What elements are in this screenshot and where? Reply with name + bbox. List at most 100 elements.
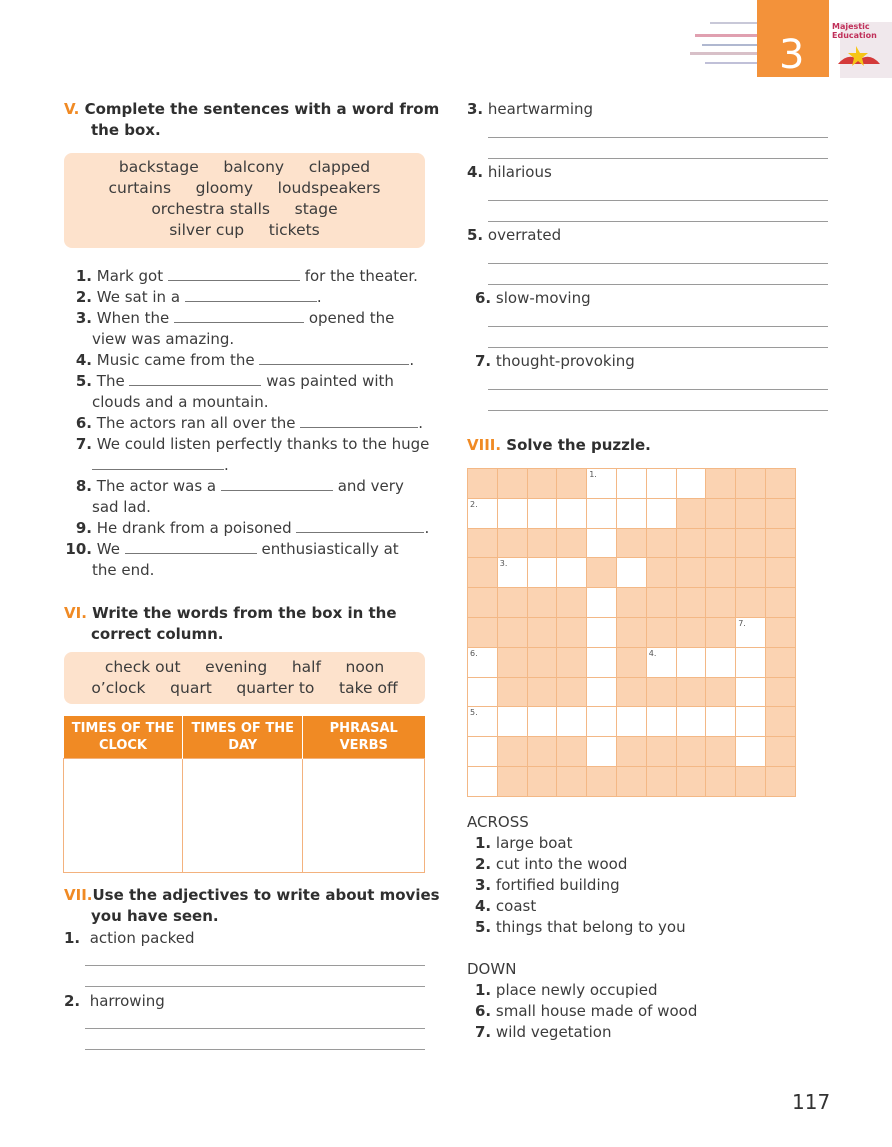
crossword-cell[interactable] — [705, 706, 737, 738]
crossword-block — [526, 527, 558, 559]
crossword-cell[interactable] — [735, 736, 766, 767]
crossword-cell[interactable] — [645, 468, 677, 499]
crossword-cell[interactable] — [616, 468, 647, 499]
crossword-cell[interactable]: 5. — [467, 706, 498, 738]
clue-number: 7. — [475, 1023, 492, 1041]
crossword-cell[interactable] — [735, 676, 766, 708]
crossword-cell[interactable] — [467, 766, 498, 797]
crossword-block — [616, 646, 647, 678]
writing-line[interactable] — [85, 986, 425, 987]
crossword-cell[interactable] — [496, 706, 528, 738]
writing-line[interactable] — [488, 410, 828, 411]
crossword-cell[interactable] — [586, 736, 617, 767]
crossword-cell[interactable] — [467, 676, 498, 708]
writing-line[interactable] — [488, 137, 828, 138]
answer-blank[interactable] — [296, 518, 425, 533]
publisher-logo: Majestic Education — [832, 22, 892, 70]
crossword-cell[interactable] — [586, 676, 617, 708]
answer-cell[interactable] — [302, 758, 425, 873]
crossword-cell[interactable] — [675, 468, 707, 499]
answer-blank[interactable] — [259, 350, 410, 365]
crossword-cell[interactable] — [556, 557, 588, 589]
crossword-cell[interactable] — [586, 617, 617, 648]
writing-line[interactable] — [488, 200, 828, 201]
crossword-cell[interactable]: 2. — [467, 497, 498, 529]
crossword-cell[interactable] — [496, 497, 528, 529]
crossword-cell[interactable] — [556, 706, 588, 738]
writing-line[interactable] — [85, 1049, 425, 1050]
crossword-block — [556, 646, 588, 678]
adjective-text: action packed — [89, 929, 195, 947]
writing-line[interactable] — [85, 965, 425, 966]
crossword-cell[interactable] — [556, 497, 588, 529]
answer-blank[interactable] — [92, 455, 224, 470]
unit-number-tab: 3 — [757, 0, 829, 78]
crossword-cell[interactable] — [586, 706, 617, 738]
writing-line[interactable] — [85, 1028, 425, 1029]
crossword-cell[interactable] — [586, 497, 617, 529]
crossword-block — [675, 587, 707, 618]
crossword-block — [705, 617, 737, 648]
writing-line[interactable] — [488, 158, 828, 159]
crossword-cell[interactable]: 7. — [735, 617, 766, 648]
crossword-block — [526, 468, 558, 499]
book-icon — [838, 46, 880, 66]
crossword-number: 2. — [470, 499, 478, 509]
sentence-text: We — [96, 540, 120, 558]
writing-line[interactable] — [488, 263, 828, 264]
writing-line[interactable] — [488, 389, 828, 390]
answer-blank[interactable] — [300, 413, 419, 428]
writing-line[interactable] — [488, 326, 828, 327]
crossword-cell[interactable] — [705, 646, 737, 678]
sentence-text: . — [316, 288, 322, 306]
crossword-cell[interactable] — [616, 706, 647, 738]
crossword-cell[interactable] — [526, 557, 558, 589]
answer-blank[interactable] — [124, 539, 257, 554]
crossword-cell[interactable] — [526, 497, 558, 529]
crossword-cell[interactable] — [586, 587, 617, 618]
answer-blank[interactable] — [184, 287, 317, 302]
crossword-cell[interactable] — [616, 497, 647, 529]
sentence-1: 1. Mark got for the theater. — [64, 266, 444, 287]
answer-blank[interactable] — [129, 371, 262, 386]
crossword-cell[interactable] — [526, 706, 558, 738]
crossword-block — [735, 497, 766, 529]
crossword-cell[interactable] — [616, 557, 647, 589]
crossword-block — [496, 766, 528, 797]
answer-blank[interactable] — [174, 308, 305, 323]
crossword-cell[interactable] — [645, 497, 677, 529]
answer-cell[interactable] — [62, 758, 184, 873]
crossword-block — [735, 587, 766, 618]
sentence-4: 4. Music came from the . — [64, 350, 444, 371]
answer-cell[interactable] — [182, 758, 303, 873]
clue-number: 3. — [475, 876, 492, 894]
answer-blank[interactable] — [167, 266, 300, 281]
sentence-5-cont: clouds and a mountain. — [64, 392, 444, 413]
section-8-numeral: VIII. — [467, 436, 502, 454]
writing-line[interactable] — [488, 347, 828, 348]
answer-blank[interactable] — [220, 476, 333, 491]
crossword-block — [616, 527, 647, 559]
crossword-cell[interactable] — [586, 527, 617, 559]
crossword-block — [526, 617, 558, 648]
crossword-cell[interactable] — [735, 646, 766, 678]
writing-line[interactable] — [488, 284, 828, 285]
crossword-cell[interactable] — [645, 706, 677, 738]
crossword-cell[interactable] — [675, 706, 707, 738]
section-7-title-line2: you have seen. — [91, 907, 219, 925]
crossword-cell[interactable] — [586, 646, 617, 678]
crossword-cell[interactable]: 3. — [496, 557, 528, 589]
crossword-cell[interactable]: 6. — [467, 646, 498, 678]
clue-text: large boat — [495, 834, 573, 852]
sentence-text: The actor was a — [96, 477, 217, 495]
crossword-cell[interactable] — [675, 646, 707, 678]
crossword-block — [705, 766, 737, 797]
crossword-cell[interactable] — [467, 736, 498, 767]
clue: 5. things that belong to you — [475, 917, 686, 938]
writing-line[interactable] — [488, 221, 828, 222]
crossword-number: 1. — [589, 470, 597, 479]
crossword-cell[interactable] — [735, 706, 766, 738]
crossword-cell[interactable]: 1. — [586, 468, 617, 499]
crossword-cell[interactable]: 4. — [645, 646, 677, 678]
clue-number: 2. — [475, 855, 492, 873]
